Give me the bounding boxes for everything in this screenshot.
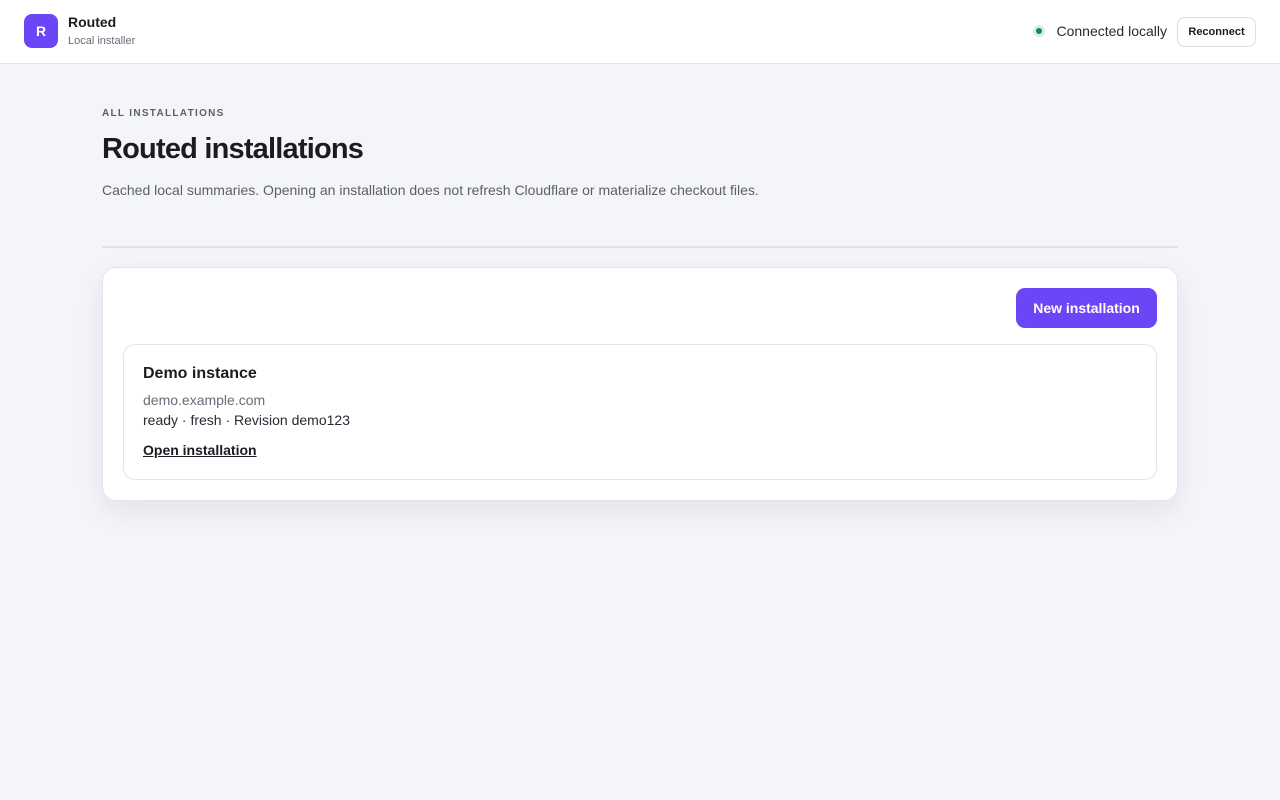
installation-card: Demo instance demo.example.com ready · f… [123, 344, 1157, 480]
connection-status: Connected locally [1033, 22, 1167, 40]
app-logo: R [24, 14, 58, 48]
installation-domain: demo.example.com [143, 392, 266, 408]
page-title: Routed installations [102, 133, 364, 165]
section-eyebrow: ALL INSTALLATIONS [102, 108, 225, 119]
installation-meta: ready · fresh · Revision demo123 [143, 412, 350, 428]
status-dot-icon [1033, 25, 1046, 37]
installation-name: Demo instance [143, 365, 257, 382]
reconnect-button[interactable]: Reconnect [1177, 17, 1256, 47]
app-name: Routed [68, 14, 117, 30]
installations-panel: New installation Demo instance demo.exam… [102, 267, 1178, 501]
open-installation-link[interactable]: Open installation [143, 442, 257, 458]
app-logo-letter: R [35, 23, 47, 39]
page-description: Cached local summaries. Opening an insta… [102, 182, 759, 198]
section-divider [102, 246, 1178, 248]
app-subtitle: Local installer [68, 35, 136, 47]
connection-status-text: Connected locally [1056, 23, 1167, 39]
new-installation-button[interactable]: New installation [1016, 288, 1157, 328]
top-bar: R Routed Local installer Connected local… [0, 0, 1280, 64]
